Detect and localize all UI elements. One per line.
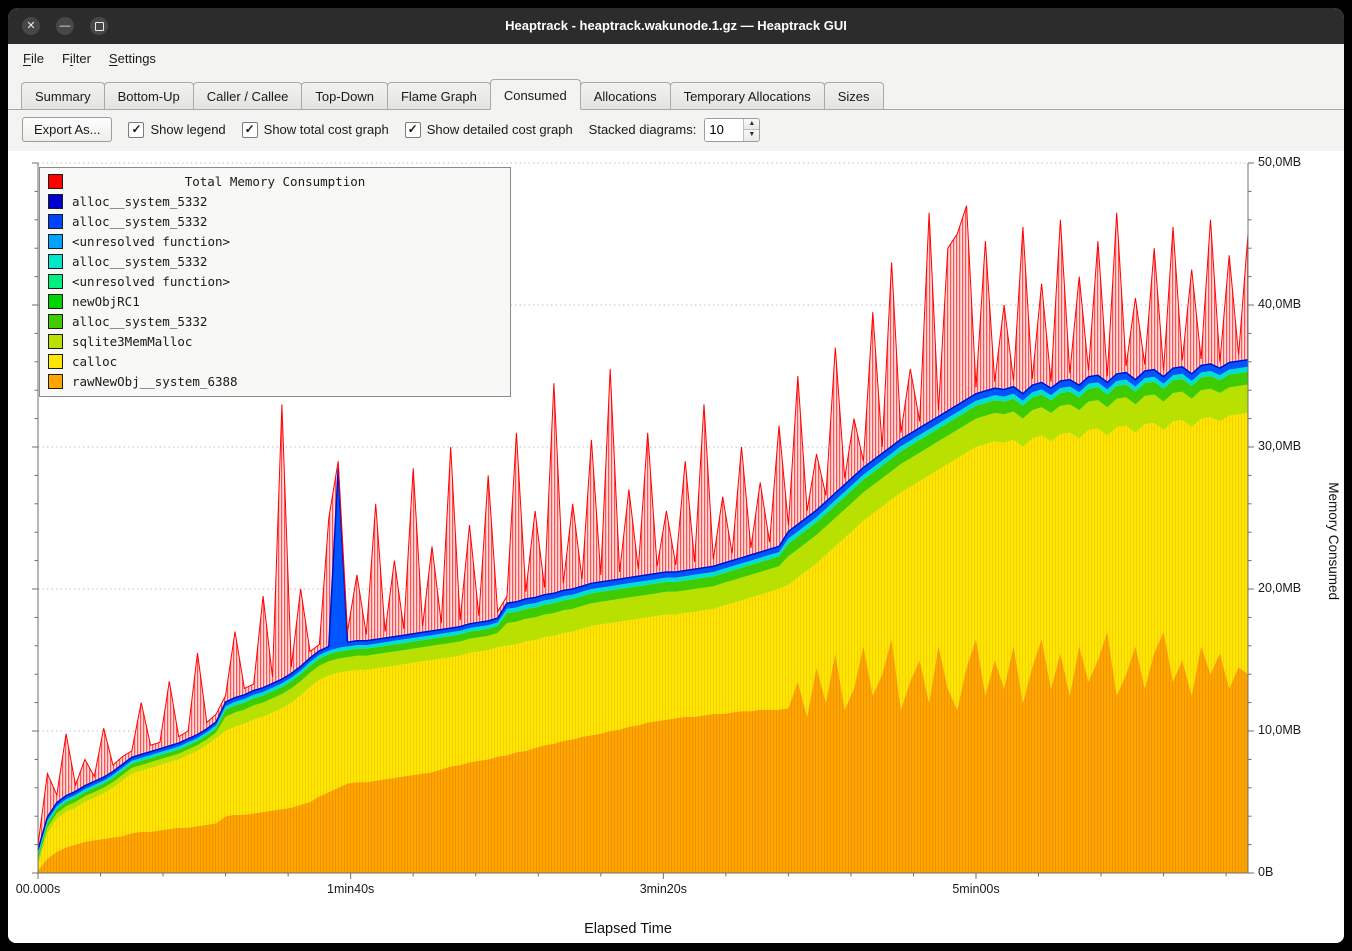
legend-item: alloc__system_5332 <box>47 311 503 331</box>
tab-consumed[interactable]: Consumed <box>490 79 581 110</box>
checkbox-box-icon: ✓ <box>405 122 421 138</box>
legend-item-label: sqlite3MemMalloc <box>72 334 192 349</box>
title-bar[interactable]: ✕ — Heaptrack - heaptrack.wakunode.1.gz … <box>8 8 1344 44</box>
tab-flame-graph[interactable]: Flame Graph <box>387 82 491 109</box>
stacked-diagrams-group: Stacked diagrams: ▲ ▼ <box>589 118 761 142</box>
legend-item: <unresolved function> <box>47 271 503 291</box>
legend-item: <unresolved function> <box>47 231 503 251</box>
legend-item-label: rawNewObj__system_6388 <box>72 374 238 389</box>
legend-color-swatch <box>48 274 63 289</box>
spin-down-button[interactable]: ▼ <box>744 130 759 141</box>
stacked-diagrams-input[interactable] <box>705 119 743 141</box>
legend-item-label: alloc__system_5332 <box>72 314 207 329</box>
tab-temporary-allocations[interactable]: Temporary Allocations <box>670 82 825 109</box>
y-tick-label: 10,0MB <box>1258 723 1301 737</box>
legend-item: rawNewObj__system_6388 <box>47 371 503 391</box>
x-tick-label: 3min20s <box>640 882 687 896</box>
legend-item-label: alloc__system_5332 <box>72 194 207 209</box>
legend-item-label: alloc__system_5332 <box>72 254 207 269</box>
legend-item: sqlite3MemMalloc <box>47 331 503 351</box>
tab-bar: SummaryBottom-UpCaller / CalleeTop-DownF… <box>8 72 1344 110</box>
checkbox-label: Show detailed cost graph <box>427 122 573 137</box>
legend-color-swatch <box>48 234 63 249</box>
chart-legend: Total Memory Consumption alloc__system_53… <box>39 167 511 397</box>
tab-top-down[interactable]: Top-Down <box>301 82 388 109</box>
legend-item-label: <unresolved function> <box>72 274 230 289</box>
maximize-button[interactable] <box>90 17 108 35</box>
menu-item-file[interactable]: File <box>14 47 53 70</box>
chart-pane: 00.000s 1min40s 3min20s 5min00s 50,0MB 40,0M… <box>8 151 1344 943</box>
x-tick-label: 00.000s <box>16 882 60 896</box>
tab-sizes[interactable]: Sizes <box>824 82 884 109</box>
window-controls: ✕ — <box>22 17 108 35</box>
checkbox-show-total-cost-graph[interactable]: ✓ Show total cost graph <box>242 122 389 138</box>
legend-item-label: <unresolved function> <box>72 234 230 249</box>
legend-item: calloc <box>47 351 503 371</box>
legend-item: newObjRC1 <box>47 291 503 311</box>
legend-color-swatch <box>48 214 63 229</box>
checkbox-box-icon: ✓ <box>128 122 144 138</box>
y-tick-label: 20,0MB <box>1258 581 1301 595</box>
y-tick-label: 0B <box>1258 865 1273 879</box>
toolbar-checkboxes: ✓ Show legend ✓ Show total cost graph ✓ Show … <box>128 122 572 138</box>
export-as-button[interactable]: Export As... <box>22 117 112 142</box>
legend-color-swatch <box>48 374 63 389</box>
legend-item: alloc__system_5332 <box>47 191 503 211</box>
spinbox-buttons: ▲ ▼ <box>743 119 759 141</box>
minimize-button[interactable]: — <box>56 17 74 35</box>
stacked-diagrams-spinbox[interactable]: ▲ ▼ <box>704 118 760 142</box>
menu-bar: FileFilterSettings <box>8 44 1344 72</box>
y-tick-label: 30,0MB <box>1258 439 1301 453</box>
legend-title: Total Memory Consumption <box>72 174 478 189</box>
close-button[interactable]: ✕ <box>22 17 40 35</box>
y-tick-label: 50,0MB <box>1258 155 1301 169</box>
toolbar: Export As... ✓ Show legend ✓ Show total cos… <box>8 110 1344 151</box>
menu-item-settings[interactable]: Settings <box>100 47 165 70</box>
legend-color-swatch <box>48 314 63 329</box>
tab-summary[interactable]: Summary <box>21 82 105 109</box>
x-axis-title: Elapsed Time <box>8 921 1248 937</box>
legend-color-swatch <box>48 354 63 369</box>
y-tick-label: 40,0MB <box>1258 297 1301 311</box>
tab-bottom-up[interactable]: Bottom-Up <box>104 82 194 109</box>
x-tick-label: 5min00s <box>952 882 999 896</box>
y-axis-title: Memory Consumed <box>1326 482 1341 600</box>
legend-item: alloc__system_5332 <box>47 251 503 271</box>
legend-item-label: calloc <box>72 354 117 369</box>
checkbox-show-detailed-cost-graph[interactable]: ✓ Show detailed cost graph <box>405 122 573 138</box>
legend-item: alloc__system_5332 <box>47 211 503 231</box>
checkbox-label: Show total cost graph <box>264 122 389 137</box>
checkbox-show-legend[interactable]: ✓ Show legend <box>128 122 225 138</box>
legend-title-row: Total Memory Consumption <box>47 171 503 191</box>
legend-item-label: newObjRC1 <box>72 294 140 309</box>
window-title: Heaptrack - heaptrack.wakunode.1.gz — He… <box>8 8 1344 44</box>
legend-color-swatch <box>48 194 63 209</box>
legend-color-swatch <box>48 294 63 309</box>
app-window: ✕ — Heaptrack - heaptrack.wakunode.1.gz … <box>8 8 1344 943</box>
checkbox-label: Show legend <box>150 122 225 137</box>
maximize-icon <box>95 22 104 31</box>
stacked-diagrams-label: Stacked diagrams: <box>589 122 697 137</box>
legend-color-swatch <box>48 334 63 349</box>
legend-color-swatch <box>48 254 63 269</box>
tab-caller-callee[interactable]: Caller / Callee <box>193 82 303 109</box>
spin-up-button[interactable]: ▲ <box>744 119 759 131</box>
x-tick-label: 1min40s <box>327 882 374 896</box>
checkbox-box-icon: ✓ <box>242 122 258 138</box>
legend-item-label: alloc__system_5332 <box>72 214 207 229</box>
tab-allocations[interactable]: Allocations <box>580 82 671 109</box>
legend-color-swatch <box>48 174 63 189</box>
menu-item-filter[interactable]: Filter <box>53 47 100 70</box>
